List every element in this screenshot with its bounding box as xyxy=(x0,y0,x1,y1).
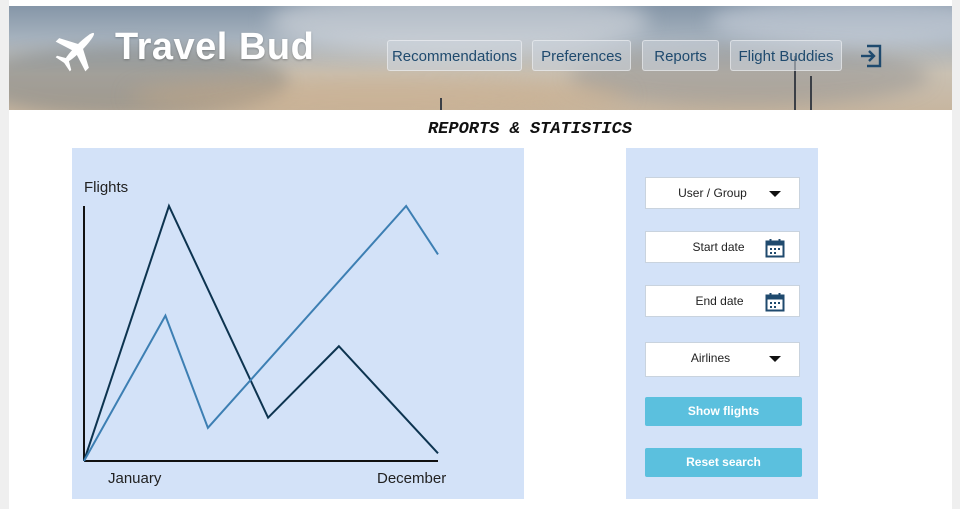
page-title: REPORTS & STATISTICS xyxy=(427,120,633,139)
airlines-select[interactable]: Airlines xyxy=(645,342,800,377)
user-group-label: User / Group xyxy=(678,186,747,200)
reset-search-button[interactable]: Reset search xyxy=(645,448,802,477)
chart-series-line-1 xyxy=(83,203,439,462)
chevron-down-icon xyxy=(769,191,781,197)
nav-recommendations[interactable]: Recommendations xyxy=(387,40,522,71)
flights-line-chart: Flights January December xyxy=(83,179,446,487)
show-flights-button[interactable]: Show flights xyxy=(645,397,802,426)
page-edge-left xyxy=(0,0,9,509)
calendar-icon[interactable] xyxy=(765,292,785,312)
app-logo-title: Travel Bud xyxy=(115,26,315,68)
start-date-field[interactable]: Start date xyxy=(645,231,800,263)
logout-icon[interactable] xyxy=(858,43,884,69)
banner-mast xyxy=(810,76,812,110)
chevron-down-icon xyxy=(769,356,781,362)
nav-preferences[interactable]: Preferences xyxy=(532,40,631,71)
banner-cloud xyxy=(129,76,629,110)
airplane-icon xyxy=(55,32,95,72)
calendar-icon[interactable] xyxy=(765,238,785,258)
chart-x-tick-december: December xyxy=(377,470,446,487)
filter-panel: User / Group Start date End date Airline… xyxy=(626,148,818,499)
chart-y-axis-label: Flights xyxy=(84,179,128,196)
banner-mast xyxy=(440,98,442,110)
page-edge-right xyxy=(952,0,960,509)
nav-flight-buddies[interactable]: Flight Buddies xyxy=(730,40,842,71)
header-banner: Travel Bud Recommendations Preferences R… xyxy=(9,6,952,110)
nav-reports[interactable]: Reports xyxy=(642,40,719,71)
user-group-select[interactable]: User / Group xyxy=(645,177,800,209)
chart-x-tick-january: January xyxy=(108,470,162,487)
chart-series-line-2 xyxy=(83,204,439,462)
end-date-field[interactable]: End date xyxy=(645,285,800,317)
chart-panel: Flights January December xyxy=(72,148,524,499)
airlines-label: Airlines xyxy=(690,351,731,365)
